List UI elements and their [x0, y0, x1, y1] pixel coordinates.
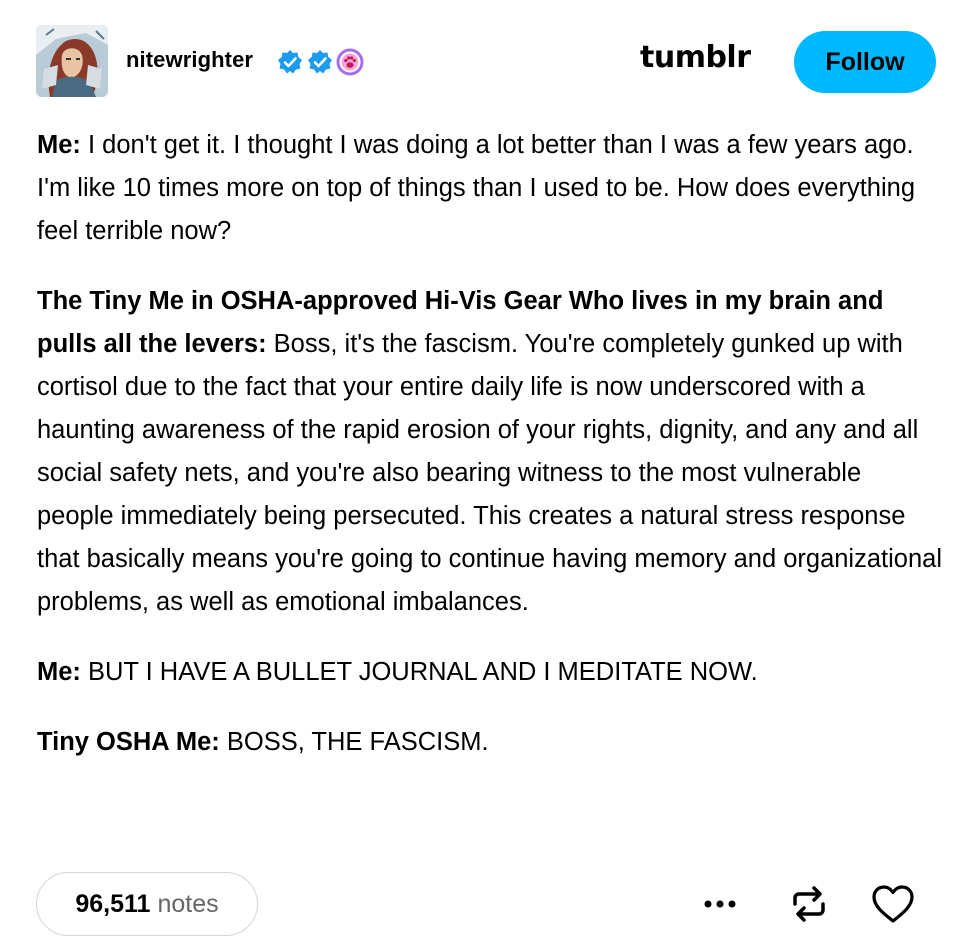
post-paragraph: Me: BUT I HAVE A BULLET JOURNAL AND I ME… [37, 651, 942, 694]
paragraph-text: BUT I HAVE A BULLET JOURNAL AND I MEDITA… [80, 658, 758, 686]
post-footer: 96,511 notes [0, 872, 968, 938]
notes-button[interactable]: 96,511 notes [36, 872, 258, 936]
paragraph-text: Boss, it's the fascism. You're completel… [37, 330, 942, 616]
avatar-illustration [36, 25, 108, 97]
notes-label: notes [157, 889, 219, 918]
heart-icon [872, 885, 914, 923]
verified-check-badge-icon[interactable] [306, 48, 334, 76]
paragraph-text: BOSS, THE FASCISM. [219, 728, 489, 756]
speaker-label: Me: [37, 131, 81, 159]
verified-check-badge-icon[interactable] [276, 48, 304, 76]
post-body: Me: I don't get it. I thought I was doin… [37, 124, 942, 791]
purple-paw-badge-icon[interactable] [336, 48, 364, 76]
avatar[interactable] [36, 25, 108, 97]
follow-button[interactable]: Follow [794, 31, 936, 93]
post-paragraph: The Tiny Me in OSHA-approved Hi-Vis Gear… [37, 280, 942, 624]
post-paragraph: Tiny OSHA Me: BOSS, THE FASCISM. [37, 721, 942, 764]
badge-group [276, 48, 364, 76]
like-button[interactable] [869, 880, 917, 928]
username-link[interactable]: nitewrighter [126, 47, 253, 73]
reblog-button[interactable] [785, 880, 833, 928]
speaker-label: Me: [37, 658, 81, 686]
paragraph-text: I don't get it. I thought I was doing a … [37, 131, 916, 245]
reblog-icon [793, 886, 825, 922]
more-options-button[interactable] [696, 880, 744, 928]
post-paragraph: Me: I don't get it. I thought I was doin… [37, 124, 942, 253]
speaker-label: Tiny OSHA Me: [37, 728, 220, 756]
post-header: nitewrighter tumblr Follow [0, 0, 968, 120]
tumblr-logo[interactable]: tumblr [640, 40, 751, 75]
ellipsis-icon [704, 900, 736, 908]
notes-count: 96,511 [75, 889, 151, 918]
